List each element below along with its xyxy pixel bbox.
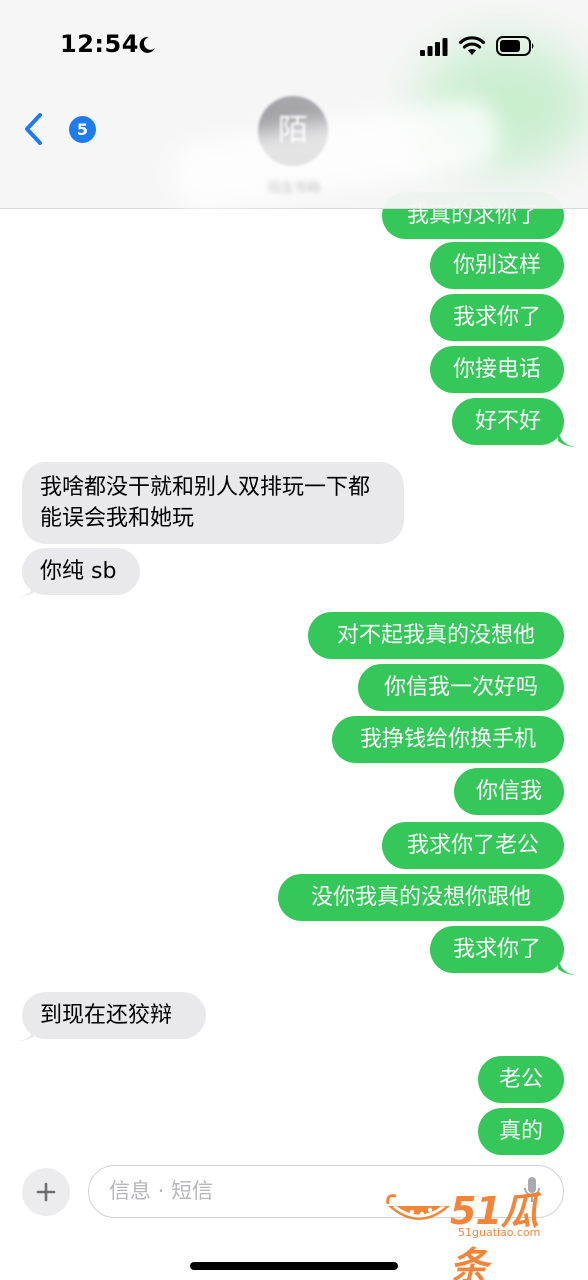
message-bubble-sent[interactable]: 好不好 xyxy=(452,398,564,445)
message-text: 你接电话 xyxy=(452,357,541,382)
add-attachment-button[interactable] xyxy=(22,1168,70,1216)
message-bubble-sent[interactable]: 没你我真的没想你跟他 xyxy=(278,874,564,921)
bubble-tail-received xyxy=(18,1024,36,1041)
moon-icon xyxy=(139,36,155,53)
bubble-tail-received xyxy=(18,580,36,597)
plus-icon xyxy=(36,1182,56,1202)
message-bubble-sent[interactable]: 我求你了 xyxy=(430,926,564,973)
chevron-left-icon xyxy=(25,113,42,145)
message-bubble-sent[interactable]: 我挣钱给你换手机 xyxy=(332,716,564,763)
message-text: 到现在还狡辩 xyxy=(40,1003,173,1028)
message-text: 对不起我真的没想他 xyxy=(336,623,535,648)
message-bubble-sent[interactable]: 我求你了 xyxy=(430,294,564,341)
message-text: 你别这样 xyxy=(452,253,541,278)
back-button[interactable]: 5 xyxy=(22,112,96,148)
message-text: 我啥都没干就和别人双排玩一下都能误会我和她玩 xyxy=(40,475,371,531)
message-bubble-sent[interactable]: 你别这样 xyxy=(430,242,564,289)
status-time: 12:54 xyxy=(60,30,139,58)
redaction-smear xyxy=(166,94,504,216)
message-text: 你纯 sb xyxy=(40,559,117,584)
wifi-icon xyxy=(458,36,486,55)
cellular-signal-icon xyxy=(420,38,448,56)
battery-icon xyxy=(496,36,534,56)
message-bubble-sent[interactable]: 对不起我真的没想他 xyxy=(308,612,564,659)
message-text: 我求你了 xyxy=(452,305,541,330)
home-indicator[interactable] xyxy=(190,1262,398,1270)
unread-count-badge: 5 xyxy=(69,116,96,143)
message-text: 我求你了 xyxy=(452,937,541,962)
message-bubble-sent[interactable]: 真的 xyxy=(478,1108,564,1155)
message-text: 没你我真的没想你跟他 xyxy=(310,885,531,910)
message-bubble-received[interactable]: 你纯 sb xyxy=(22,548,140,595)
message-bubble-sent[interactable]: 你接电话 xyxy=(430,346,564,393)
message-text: 老公 xyxy=(498,1067,543,1092)
message-bubble-sent[interactable]: 老公 xyxy=(478,1056,564,1103)
message-bubble-received[interactable]: 到现在还狡辩 xyxy=(22,992,206,1039)
message-bubble-sent[interactable]: 你信我一次好吗 xyxy=(358,664,564,711)
watermark-url: 51guatiao.com xyxy=(458,1226,541,1239)
message-text: 好不好 xyxy=(474,409,541,434)
bubble-tail-sent xyxy=(558,430,576,447)
message-bubble-sent[interactable]: 我求你了老公 xyxy=(382,822,564,869)
status-bar: 12:54 xyxy=(0,0,588,90)
watermark: 51瓜条 51guatiao.com xyxy=(384,1182,574,1280)
message-text: 我挣钱给你换手机 xyxy=(359,727,536,752)
message-text: 你信我 xyxy=(475,779,542,804)
contact-avatar[interactable]: 陌 xyxy=(258,96,328,166)
messages-screen: 我真的求你了 你别这样 我求你了 你接电话 好不好 我啥都没干就和别人双排玩一下… xyxy=(0,0,588,1280)
message-bubble-received[interactable]: 我啥都没干就和别人双排玩一下都能误会我和她玩 xyxy=(22,462,404,544)
message-text: 真的 xyxy=(498,1119,543,1144)
melon-logo-icon xyxy=(386,1194,450,1220)
message-bubble-sent[interactable]: 你信我 xyxy=(454,768,564,815)
message-text: 你信我一次好吗 xyxy=(383,675,538,700)
bubble-tail-sent xyxy=(558,958,576,975)
message-text: 我求你了老公 xyxy=(406,833,539,858)
contact-name[interactable]: 陌生号码 xyxy=(0,176,588,195)
